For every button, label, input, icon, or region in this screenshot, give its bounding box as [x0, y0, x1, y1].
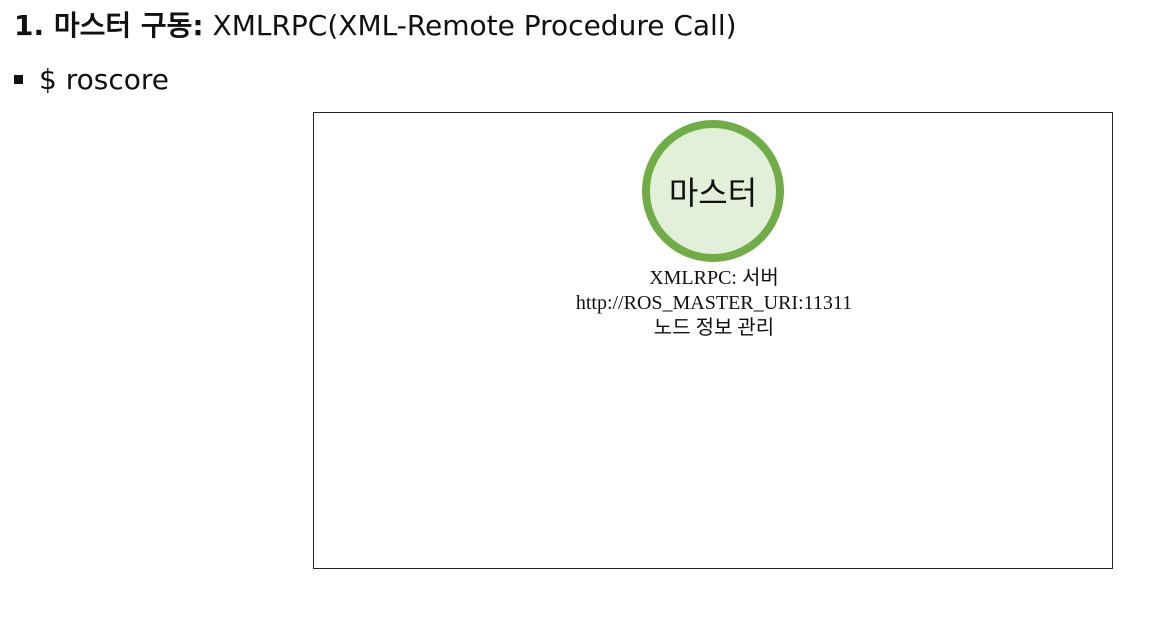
- diagram-frame: 마스터 XMLRPC: 서버 http://ROS_MASTER_URI:113…: [313, 112, 1113, 569]
- master-info-protocol: XMLRPC: 서버: [649, 267, 779, 289]
- command-bullet: $ roscore: [14, 60, 169, 100]
- heading-number-label: 1. 마스터 구동:: [14, 9, 204, 42]
- heading-description: XMLRPC(XML-Remote Procedure Call): [203, 9, 737, 42]
- master-node: 마스터: [642, 120, 784, 262]
- square-bullet-icon: [14, 74, 23, 84]
- command-text: $ roscore: [39, 63, 169, 96]
- section-heading: 1. 마스터 구동: XMLRPC(XML-Remote Procedure C…: [14, 6, 737, 46]
- master-info-role: 노드 정보 관리: [653, 317, 775, 339]
- master-node-label: 마스터: [668, 174, 758, 212]
- master-info-uri: http://ROS_MASTER_URI:11311: [575, 292, 853, 314]
- master-info: XMLRPC: 서버 http://ROS_MASTER_URI:11311 노…: [464, 266, 964, 341]
